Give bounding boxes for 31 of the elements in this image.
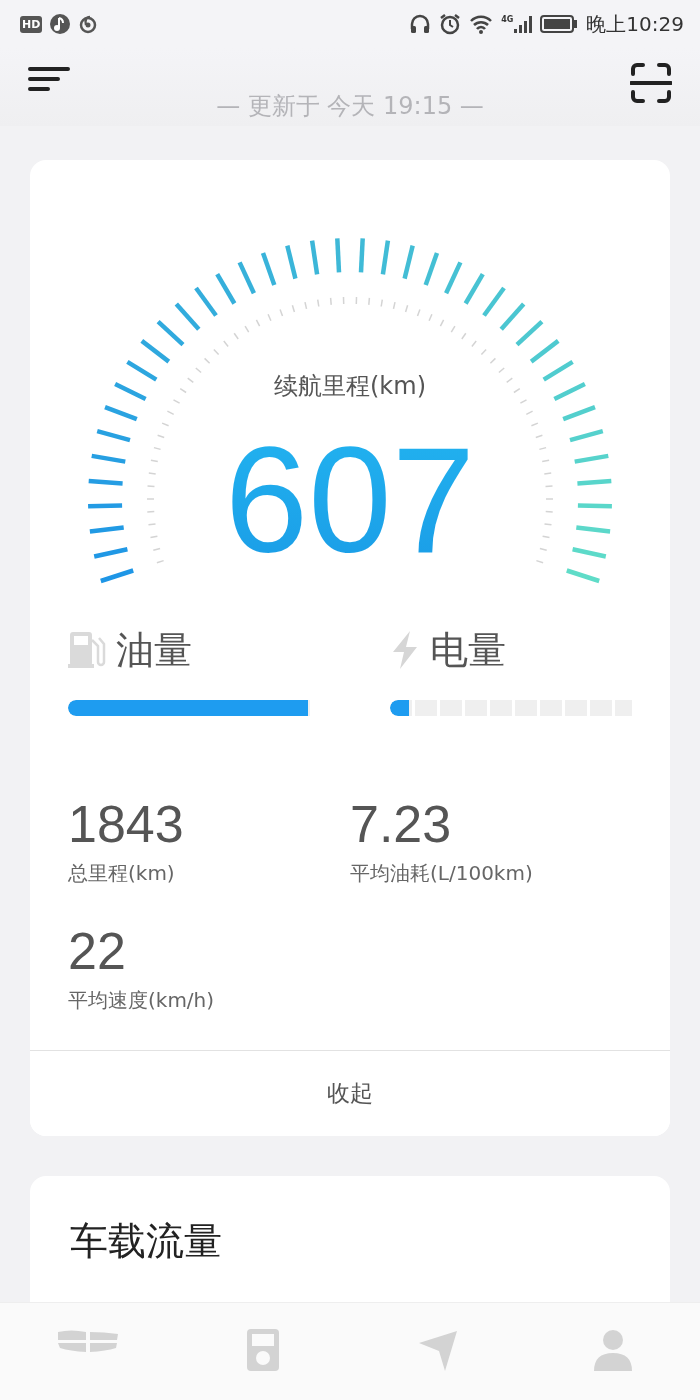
range-label: 续航里程(km): [273, 371, 427, 402]
card-title: 车载流量: [70, 1218, 223, 1265]
lightning-icon: [390, 630, 420, 670]
nav-tab[interactable]: [593, 1329, 632, 1371]
network-label: 4G: [501, 15, 514, 24]
stat-label: 总里程(km): [68, 860, 176, 887]
clock-time: 晚上10:29: [586, 10, 684, 38]
profile-icon: [593, 1329, 632, 1371]
signal-icon: [514, 15, 533, 33]
music-player-icon: [246, 1329, 279, 1371]
nav-tab[interactable]: [55, 1329, 120, 1355]
level-label: 油量: [116, 626, 192, 674]
stat-label: 平均油耗(L/100km): [350, 860, 534, 887]
stat-value: 22: [68, 921, 127, 981]
fuel-pump-icon: [68, 630, 106, 670]
level-label: 电量: [430, 626, 506, 674]
headphones-icon: [409, 13, 432, 35]
stat-label: 平均速度(km/h): [68, 987, 216, 1014]
menu-icon: [28, 66, 70, 92]
stat-value: 7.23: [350, 794, 453, 854]
nav-tab[interactable]: [246, 1329, 279, 1371]
battery-icon: [540, 15, 579, 33]
swirl-icon: [78, 14, 99, 34]
stat-value: 1843: [68, 794, 185, 854]
update-note: — 更新于 今天 19:15 —: [215, 91, 485, 122]
wifi-icon: [469, 13, 494, 35]
hd-icon: HD: [20, 15, 43, 33]
scan-icon: [630, 62, 672, 104]
music-icon: [50, 14, 71, 34]
alarm-icon: [439, 13, 462, 35]
grille-icon: [55, 1329, 120, 1355]
